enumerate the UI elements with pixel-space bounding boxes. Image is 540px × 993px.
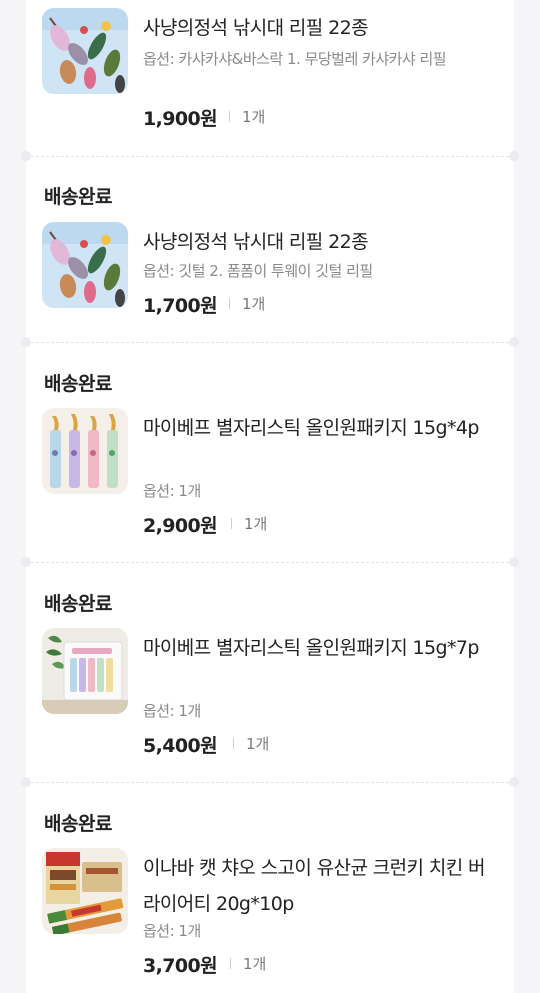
product-price: 1,700원 bbox=[143, 295, 218, 317]
divider-notch bbox=[21, 151, 31, 161]
treat-stick-icon bbox=[42, 408, 128, 494]
divider-notch bbox=[509, 557, 519, 567]
qty-divider bbox=[229, 298, 230, 309]
divider bbox=[26, 156, 514, 157]
product-price: 2,900원 bbox=[143, 515, 218, 537]
qty-divider bbox=[231, 518, 232, 529]
product-thumbnail[interactable] bbox=[42, 408, 128, 494]
divider bbox=[26, 342, 514, 343]
product-quantity: 1개 bbox=[242, 108, 266, 126]
qty-divider bbox=[229, 111, 230, 122]
product-price: 1,900원 bbox=[143, 108, 218, 130]
product-price: 3,700원 bbox=[143, 955, 218, 977]
divider-notch bbox=[509, 151, 519, 161]
product-price: 5,400원 bbox=[143, 735, 218, 757]
product-title[interactable]: 사냥의정석 낚시대 리필 22종 bbox=[143, 10, 498, 46]
product-quantity: 1개 bbox=[244, 515, 268, 533]
divider bbox=[26, 782, 514, 783]
product-thumbnail[interactable] bbox=[42, 222, 128, 308]
product-option: 옵션: 1개 bbox=[143, 702, 201, 720]
treat-package-icon bbox=[42, 628, 128, 714]
feather-toy-icon bbox=[42, 8, 128, 94]
qty-divider bbox=[230, 958, 231, 969]
divider-notch bbox=[509, 337, 519, 347]
product-thumbnail[interactable] bbox=[42, 628, 128, 714]
divider-notch bbox=[21, 557, 31, 567]
delivery-status: 배송완료 bbox=[44, 373, 112, 395]
divider-notch bbox=[509, 777, 519, 787]
product-quantity: 1개 bbox=[243, 955, 267, 973]
product-option: 옵션: 1개 bbox=[143, 482, 201, 500]
product-title[interactable]: 이나바 캣 챠오 스고이 유산균 크런키 치킨 버라이어티 20g*10p bbox=[143, 850, 498, 922]
product-title[interactable]: 마이베프 별자리스틱 올인원패키지 15g*4p bbox=[143, 410, 498, 446]
snack-box-icon bbox=[42, 848, 128, 934]
product-option: 옵션: 1개 bbox=[143, 922, 201, 940]
divider-notch bbox=[21, 777, 31, 787]
product-title[interactable]: 마이베프 별자리스틱 올인원패키지 15g*7p bbox=[143, 630, 498, 666]
product-quantity: 1개 bbox=[242, 295, 266, 313]
product-thumbnail[interactable] bbox=[42, 8, 128, 94]
delivery-status: 배송완료 bbox=[44, 186, 112, 208]
qty-divider bbox=[233, 738, 234, 749]
product-option: 옵션: 깃털 2. 폼폼이 투웨이 깃털 리필 bbox=[143, 262, 373, 280]
delivery-status: 배송완료 bbox=[44, 593, 112, 615]
product-quantity: 1개 bbox=[246, 735, 270, 753]
divider bbox=[26, 562, 514, 563]
feather-toy-icon bbox=[42, 222, 128, 308]
product-option: 옵션: 카샤카샤&바스락 1. 무당벌레 카샤카샤 리필 bbox=[143, 50, 447, 68]
product-thumbnail[interactable] bbox=[42, 848, 128, 934]
product-title[interactable]: 사냥의정석 낚시대 리필 22종 bbox=[143, 224, 498, 260]
divider-notch bbox=[21, 337, 31, 347]
delivery-status: 배송완료 bbox=[44, 813, 112, 835]
